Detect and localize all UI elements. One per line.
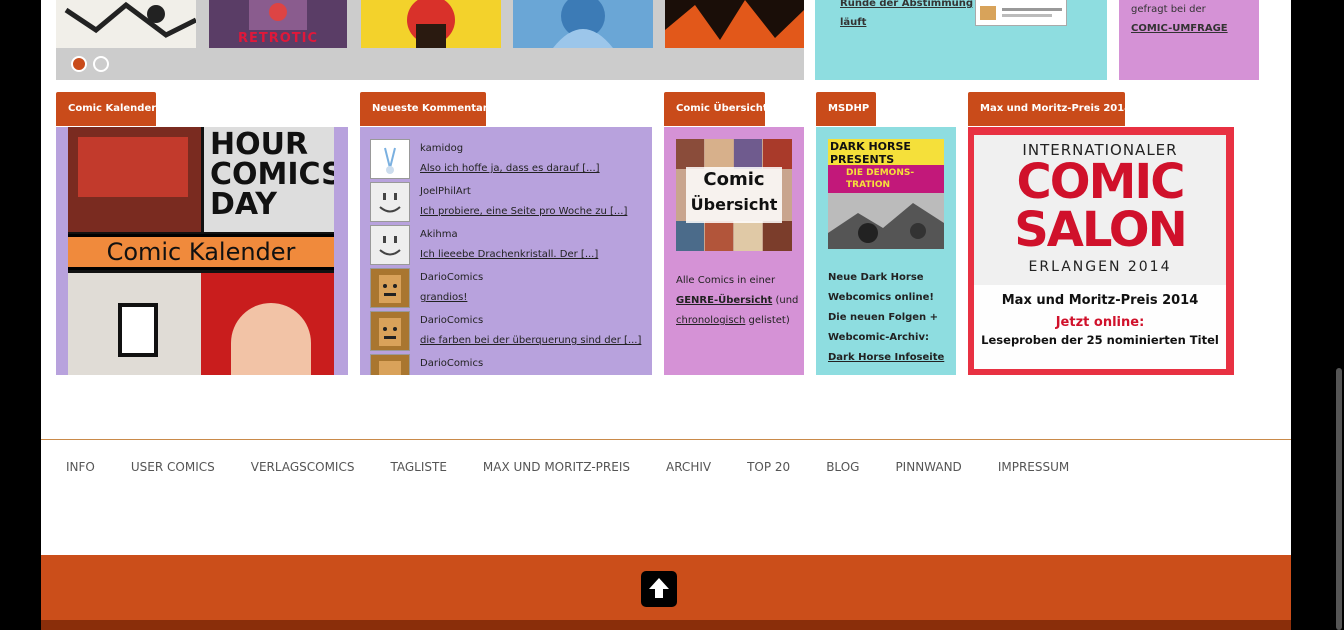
slider-thumb-5[interactable] xyxy=(665,0,804,48)
scrollbar-thumb[interactable] xyxy=(1336,368,1342,630)
msdhp-text-body: Neue Dark Horse Webcomics online! Die ne… xyxy=(828,272,939,343)
survey-link[interactable]: COMIC-UMFRAGE xyxy=(1131,19,1228,39)
uebersicht-header: Comic Übersicht xyxy=(664,92,768,126)
footer-divider xyxy=(41,439,1291,440)
vote-link[interactable]: Runde der Abstimmung xyxy=(840,0,973,14)
slider-dot-active[interactable] xyxy=(71,56,87,72)
msdhp-image[interactable]: DARK HORSE PRESENTS DIE DEMONS-TRATION xyxy=(828,139,944,249)
comment-link[interactable]: grandios! xyxy=(420,292,467,303)
msdhp-text: Neue Dark Horse Webcomics online! Die ne… xyxy=(828,268,952,368)
comment-user[interactable]: kamidog xyxy=(420,143,463,154)
nav-user-comics[interactable]: USER COMICS xyxy=(131,460,215,474)
arrow-up-icon xyxy=(649,578,669,598)
avatar[interactable] xyxy=(370,311,410,351)
preis-banner-line6: Jetzt online: xyxy=(1055,315,1145,330)
survey-text: gefragt bei der xyxy=(1131,4,1206,15)
preis-banner-line3: SALON xyxy=(1014,202,1188,258)
comment-link[interactable]: die farben bei der überquerung sind der … xyxy=(420,335,641,346)
footer-shade xyxy=(41,620,1291,630)
nav-info[interactable]: INFO xyxy=(66,460,95,474)
comment-user[interactable]: DarioComics xyxy=(420,315,483,326)
kalender-body: HOUR COMICS DAY Comic Kalender xyxy=(56,127,348,375)
nav-impressum[interactable]: IMPRESSUM xyxy=(998,460,1069,474)
nav-pinnwand[interactable]: PINNWAND xyxy=(895,460,961,474)
avatar[interactable] xyxy=(370,268,410,308)
avatar[interactable] xyxy=(370,182,410,222)
footer-nav: INFO USER COMICS VERLAGSCOMICS TAGLISTE … xyxy=(66,460,1105,474)
chronologisch-link[interactable]: chronologisch xyxy=(676,315,745,326)
preis-header: Max und Moritz-Preis 2014 xyxy=(968,92,1131,126)
slider-thumb-retrotic[interactable]: RETROTIC xyxy=(209,0,347,48)
nav-verlagscomics[interactable]: VERLAGSCOMICS xyxy=(251,460,355,474)
preis-banner-line7: Leseproben der 25 nominierten Titel xyxy=(981,333,1219,347)
dark-horse-link[interactable]: Dark Horse Infoseite xyxy=(828,352,944,363)
kalender-image[interactable]: HOUR COMICS DAY Comic Kalender xyxy=(68,127,334,375)
uebersicht-text-3: gelistet) xyxy=(745,315,790,326)
page: RETROTIC Runde der Abstimmung läuft gefr… xyxy=(41,0,1291,630)
comment-link[interactable]: Ich probiere, eine Seite pro Woche zu [.… xyxy=(420,206,627,217)
nav-max-und-moritz-preis[interactable]: MAX UND MORITZ-PREIS xyxy=(483,460,630,474)
back-to-top-button[interactable] xyxy=(641,571,677,607)
nav-tagliste[interactable]: TAGLISTE xyxy=(390,460,446,474)
uebersicht-text-1: Alle Comics in einer xyxy=(676,275,776,286)
genre-link[interactable]: GENRE-Übersicht xyxy=(676,295,772,306)
slider-thumb-3[interactable] xyxy=(361,0,501,48)
msdhp-image-line2: DIE DEMONS-TRATION xyxy=(828,165,944,193)
comment-user[interactable]: DarioComics xyxy=(420,358,483,369)
uebersicht-image-line1: Comic xyxy=(703,169,765,190)
uebersicht-text: Alle Comics in einer GENRE-Übersicht (un… xyxy=(676,271,800,331)
nav-blog[interactable]: BLOG xyxy=(826,460,859,474)
comment-user[interactable]: DarioComics xyxy=(420,272,483,283)
slider-thumb-4[interactable] xyxy=(513,0,653,48)
preis-body: INTERNATIONALER COMIC SALON ERLANGEN 201… xyxy=(968,127,1234,375)
uebersicht-image-line2: Übersicht xyxy=(690,195,778,214)
kalender-header: Comic Kalender xyxy=(56,92,156,126)
kalender-banner: Comic Kalender xyxy=(68,234,334,270)
avatar[interactable] xyxy=(370,225,410,265)
vote-link-2[interactable]: läuft xyxy=(840,13,866,33)
vote-thumbnail[interactable] xyxy=(975,0,1067,26)
preis-banner[interactable]: INTERNATIONALER COMIC SALON ERLANGEN 201… xyxy=(974,135,1226,369)
slider-dot-inactive[interactable] xyxy=(93,56,109,72)
scrollbar[interactable] xyxy=(1334,0,1344,630)
preis-banner-line4: ERLANGEN 2014 xyxy=(1028,259,1172,275)
msdhp-header: MSDHP xyxy=(816,92,876,126)
uebersicht-image[interactable]: Comic Übersicht xyxy=(676,139,792,251)
msdhp-body: DARK HORSE PRESENTS DIE DEMONS-TRATION N… xyxy=(816,127,956,375)
preis-banner-line2: COMIC xyxy=(1016,154,1186,210)
nav-top-20[interactable]: TOP 20 xyxy=(747,460,790,474)
kommentare-body: kamidog Also ich hoffe ja, dass es darau… xyxy=(360,127,652,375)
preis-banner-line5: Max und Moritz-Preis 2014 xyxy=(1001,293,1199,308)
nav-archiv[interactable]: ARCHIV xyxy=(666,460,711,474)
slider-thumb-1[interactable] xyxy=(56,0,196,48)
comic-slider: RETROTIC xyxy=(56,0,804,80)
survey-card: gefragt bei der COMIC-UMFRAGE xyxy=(1119,0,1259,80)
avatar[interactable] xyxy=(370,139,410,179)
retrotic-label: RETROTIC xyxy=(237,31,319,46)
comment-user[interactable]: JoelPhilArt xyxy=(420,186,471,197)
comment-link[interactable]: Also ich hoffe ja, dass es darauf [...] xyxy=(420,163,600,174)
avatar[interactable] xyxy=(370,354,410,375)
kommentare-header: Neueste Kommentare xyxy=(360,92,494,126)
comment-user[interactable]: Akihma xyxy=(420,229,458,240)
vote-card: Runde der Abstimmung läuft xyxy=(815,0,1107,80)
msdhp-image-line1: DARK HORSE PRESENTS xyxy=(828,139,944,166)
uebersicht-body: Comic Übersicht Alle Comics in einer GEN… xyxy=(664,127,804,375)
comment-link[interactable]: Ich lieeebe Drachenkristall. Der [...] xyxy=(420,249,598,260)
kalender-heading: HOUR COMICS DAY xyxy=(204,127,334,232)
uebersicht-text-2: (und xyxy=(772,295,799,306)
footer-bar xyxy=(41,555,1291,630)
